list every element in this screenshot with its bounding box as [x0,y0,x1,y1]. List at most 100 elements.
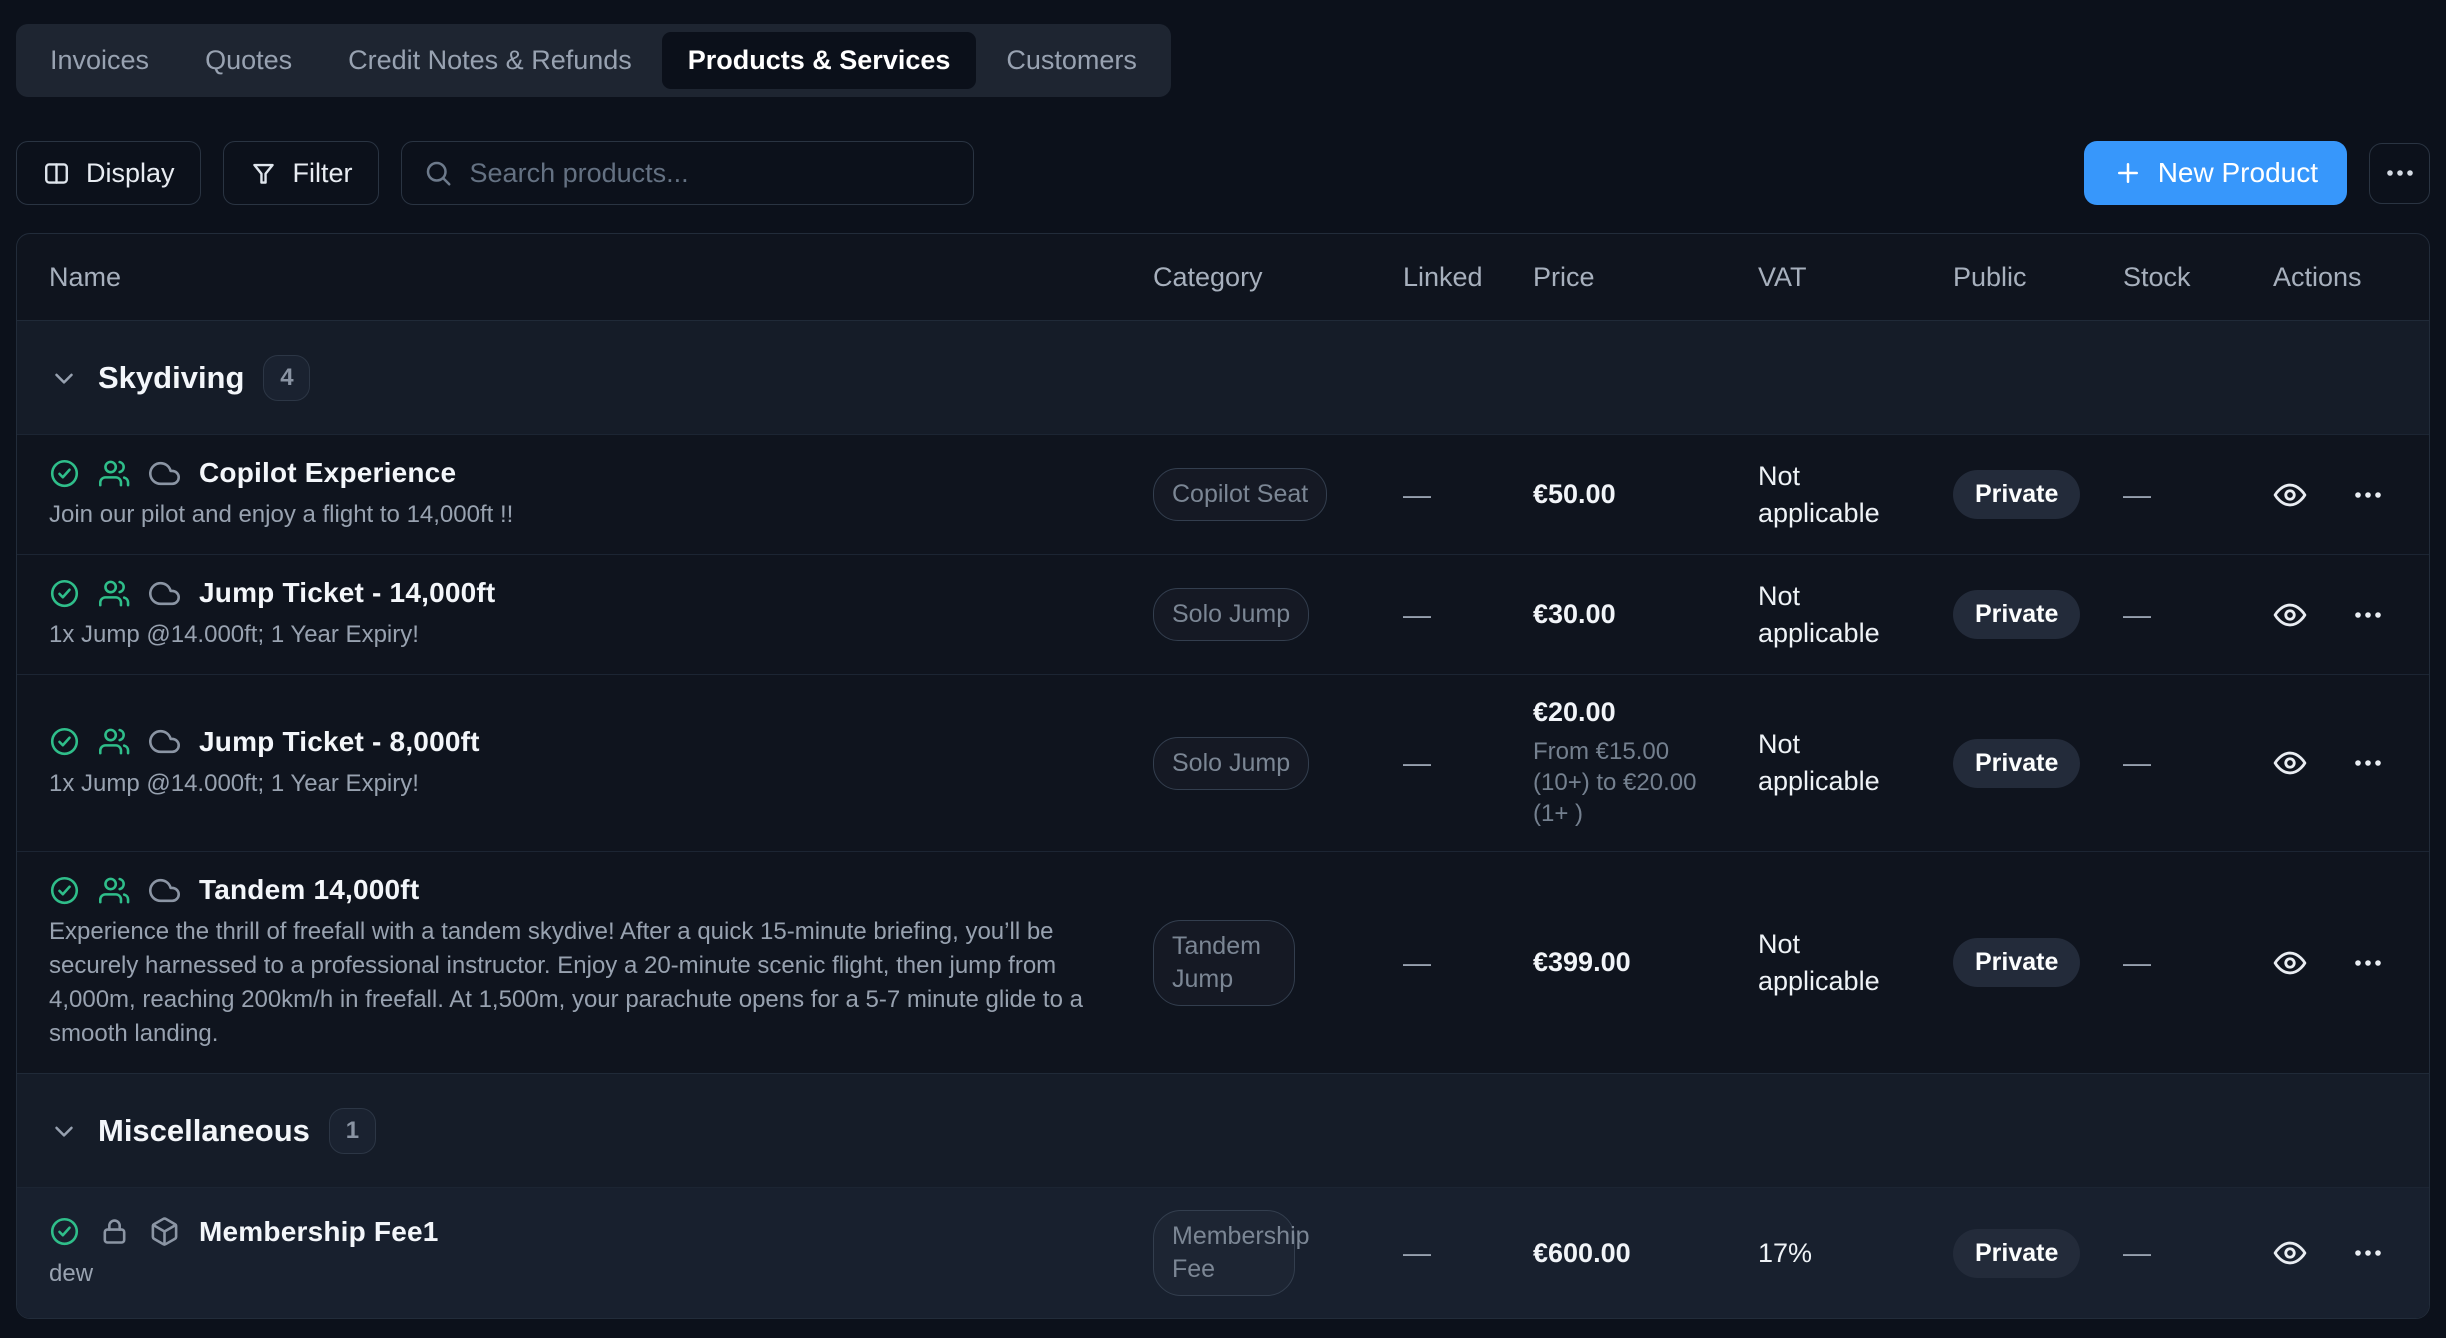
visibility-badge: Private [1953,470,2080,519]
eye-icon[interactable] [2273,598,2307,632]
product-row-jump-ticket-14-000ft[interactable]: Jump Ticket - 14,000ft1x Jump @14.000ft;… [17,554,2429,674]
stock-cell: — [2123,1237,2273,1269]
product-title: Jump Ticket - 8,000ft [199,726,480,758]
check-circle-icon [49,458,80,489]
tab-invoices[interactable]: Invoices [24,32,175,89]
product-title: Tandem 14,000ft [199,874,419,906]
row-menu-ellipsis-icon[interactable] [2352,479,2384,511]
category-cell: Tandem Jump [1153,920,1403,1006]
category-chip: Solo Jump [1153,588,1309,641]
price-value: €50.00 [1533,479,1758,510]
product-row-jump-ticket-8-000ft[interactable]: Jump Ticket - 8,000ft 1x Jump @14.000ft; … [17,674,2429,851]
actions-cell [2273,946,2413,980]
row-menu-ellipsis-icon[interactable] [2352,599,2384,631]
category-chip: Tandem Jump [1153,920,1295,1006]
eye-icon[interactable] [2273,946,2307,980]
name-cell: Jump Ticket - 8,000ft 1x Jump @14.000ft; … [49,726,1153,801]
visibility-badge: Private [1953,1229,2080,1278]
cloud-icon [149,875,180,906]
column-header-vat[interactable]: VAT [1758,262,1953,293]
products-table: Name Category Linked Price VAT Public St… [16,233,2430,1319]
column-header-linked[interactable]: Linked [1403,262,1533,293]
stock-cell: — [2123,479,2273,511]
lock-icon [99,1216,130,1247]
tab-customers[interactable]: Customers [980,32,1163,89]
users-icon [99,875,130,906]
cloud-icon [149,458,180,489]
price-cell: €600.00 [1533,1238,1758,1269]
public-cell: Private [1953,470,2123,519]
tab-quotes[interactable]: Quotes [179,32,318,89]
plus-icon [2113,158,2143,188]
users-icon [99,458,130,489]
price-cell: €399.00 [1533,947,1758,978]
column-header-name[interactable]: Name [49,262,1153,293]
price-tiers-note: From €15.00 (10+) to €20.00 (1+ ) [1533,736,1711,829]
group-title: Miscellaneous [98,1113,310,1149]
column-header-price[interactable]: Price [1533,262,1758,293]
check-circle-icon [49,875,80,906]
row-menu-ellipsis-icon[interactable] [2352,747,2384,779]
check-circle-icon [49,1216,80,1247]
product-description: 1x Jump @14.000ft; 1 Year Expiry! [49,618,1134,652]
display-button[interactable]: Display [16,141,201,205]
name-cell: Jump Ticket - 14,000ft1x Jump @14.000ft;… [49,577,1153,652]
vat-cell: Not applicable [1758,726,1953,800]
check-circle-icon [49,726,80,757]
filter-button[interactable]: Filter [223,141,379,205]
cloud-icon [149,726,180,757]
product-title: Copilot Experience [199,457,456,489]
column-header-stock[interactable]: Stock [2123,262,2273,293]
stock-cell: — [2123,599,2273,631]
search-box [401,141,974,205]
vat-cell: Not applicable [1758,926,1953,1000]
eye-icon[interactable] [2273,478,2307,512]
product-row-membership-fee1[interactable]: Membership Fee1dewMembership Fee—€600.00… [17,1187,2429,1318]
linked-cell: — [1403,1237,1533,1269]
product-description: dew [49,1257,1134,1291]
price-cell: €30.00 [1533,599,1758,630]
column-header-public[interactable]: Public [1953,262,2123,293]
public-cell: Private [1953,938,2123,987]
chevron-down-icon [49,363,79,393]
category-chip: Solo Jump [1153,737,1309,790]
tab-credit-notes-refunds[interactable]: Credit Notes & Refunds [322,32,658,89]
new-product-button[interactable]: New Product [2084,141,2347,205]
filter-button-label: Filter [293,158,353,189]
eye-icon[interactable] [2273,1236,2307,1270]
new-product-button-label: New Product [2158,157,2318,189]
chevron-down-icon [49,1116,79,1146]
linked-cell: — [1403,747,1533,779]
price-value: €399.00 [1533,947,1758,978]
group-count-badge: 1 [329,1108,376,1154]
visibility-badge: Private [1953,739,2080,788]
search-icon [423,158,453,188]
category-cell: Solo Jump [1153,588,1403,641]
product-description: 1x Jump @14.000ft; 1 Year Expiry! [49,767,1134,801]
cloud-icon [149,578,180,609]
category-chip: Copilot Seat [1153,468,1327,521]
price-value: €20.00 [1533,697,1758,728]
category-chip: Membership Fee [1153,1210,1295,1296]
toolbar-more-button[interactable] [2369,143,2430,204]
price-value: €600.00 [1533,1238,1758,1269]
eye-icon[interactable] [2273,746,2307,780]
vat-cell: 17% [1758,1235,1953,1272]
actions-cell [2273,598,2413,632]
name-cell: Membership Fee1 dew [49,1216,1153,1291]
column-header-category[interactable]: Category [1153,262,1403,293]
column-header-actions[interactable]: Actions [2273,262,2413,293]
row-menu-ellipsis-icon[interactable] [2352,1237,2384,1269]
row-menu-ellipsis-icon[interactable] [2352,947,2384,979]
category-cell: Membership Fee [1153,1210,1403,1296]
search-input[interactable] [470,158,952,189]
group-header-miscellaneous[interactable]: Miscellaneous 1 [17,1073,2429,1187]
tab-products-services[interactable]: Products & Services [662,32,977,89]
product-row-tandem-14-000ft[interactable]: Tandem 14,000ftExperience the thrill of … [17,851,2429,1073]
product-title: Membership Fee1 [199,1216,439,1248]
product-row-copilot-experience[interactable]: Copilot ExperienceJoin our pilot and enj… [17,434,2429,554]
users-icon [99,578,130,609]
group-header-skydiving[interactable]: Skydiving4 [17,320,2429,434]
stock-cell: — [2123,947,2273,979]
display-button-label: Display [86,158,175,189]
